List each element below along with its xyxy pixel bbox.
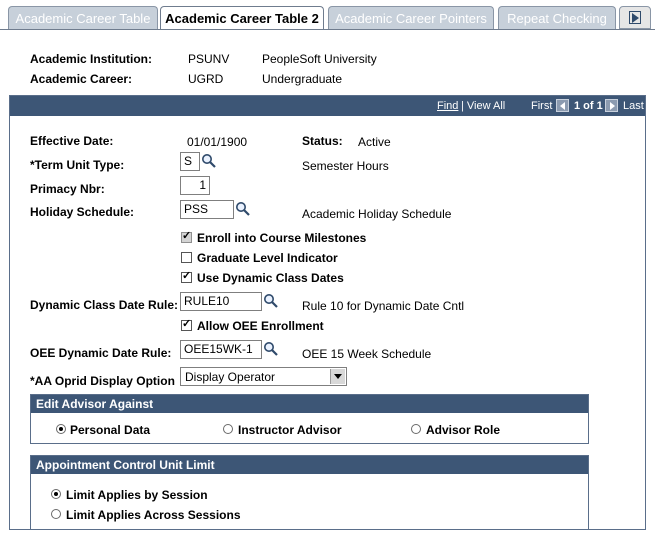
holiday-label: Holiday Schedule: [30,205,135,219]
radio-instructor-advisor[interactable] [223,424,233,434]
graduate-level-checkbox[interactable] [181,252,192,263]
radio-selected-dot [54,492,58,496]
tab-underline [0,29,655,30]
tab-strip: Academic Career Table Academic Career Ta… [0,6,655,30]
oee-rule-input[interactable]: OEE15WK-1 [180,340,262,359]
tab-academic-career-pointers[interactable]: Academic Career Pointers [328,6,494,29]
chevron-down-icon[interactable] [330,369,345,384]
checkmark-icon: ✓ [182,270,192,282]
term-unit-label: *Term Unit Type: [30,158,125,172]
holiday-description: Academic Holiday Schedule [302,207,452,221]
magnifier-icon[interactable] [201,153,217,169]
enroll-milestones-checkbox[interactable]: ✓ [181,230,192,243]
holiday-input[interactable]: PSS [180,200,234,219]
last-button[interactable] [605,99,618,112]
oee-rule-label: OEE Dynamic Date Rule: [30,346,172,360]
tab-label: Academic Career Pointers [335,11,487,26]
last-label: Last [623,100,644,112]
next-tab-triangle [632,13,639,23]
next-tab-button[interactable] [619,6,651,29]
appointment-title: Appointment Control Unit Limit [31,456,588,474]
career-name: Undergraduate [262,72,343,86]
radio-limit-by-session[interactable] [51,489,61,499]
primacy-label: Primacy Nbr: [30,182,105,196]
status-label: Status: [302,134,343,148]
tab-academic-career-table[interactable]: Academic Career Table [8,6,158,29]
aa-display-select[interactable]: Display Operator [180,367,347,386]
effective-date-label: Effective Date: [30,134,114,148]
dynamic-rule-input[interactable]: RULE10 [180,292,262,311]
allow-oee-label: Allow OEE Enrollment [197,319,324,333]
radio-instructor-advisor-label: Instructor Advisor [238,423,342,437]
radio-personal-data[interactable] [56,424,66,434]
edit-advisor-title: Edit Advisor Against [31,395,588,413]
checkmark-icon: ✓ [182,318,192,330]
tab-repeat-checking[interactable]: Repeat Checking [498,6,616,29]
magnifier-icon[interactable] [263,341,279,357]
effective-date-value: 01/01/1900 [187,135,248,149]
radio-limit-by-session-label: Limit Applies by Session [66,488,208,502]
radio-advisor-role-label: Advisor Role [426,423,501,437]
career-label: Academic Career: [30,72,133,86]
primacy-input[interactable]: 1 [180,176,210,195]
allow-oee-checkbox[interactable]: ✓ [181,318,192,331]
right-arrow-icon [610,102,615,110]
institution-label: Academic Institution: [30,52,153,66]
career-code: UGRD [188,72,224,86]
dynamic-rule-label: Dynamic Class Date Rule: [30,298,179,312]
magnifier-icon[interactable] [263,293,279,309]
row-position: 1 of 1 [574,100,603,112]
radio-personal-data-label: Personal Data [70,423,151,437]
tab-academic-career-table-2[interactable]: Academic Career Table 2 [160,6,324,30]
dynamic-rule-description: Rule 10 for Dynamic Date Cntl [302,299,465,313]
aa-display-label: *AA Oprid Display Option [30,374,175,388]
institution-code: PSUNV [188,52,230,66]
tab-label: Repeat Checking [507,11,607,26]
tab-label: Academic Career Table 2 [165,11,319,26]
status-value: Active [358,135,391,149]
magnifier-icon[interactable] [235,201,251,217]
radio-advisor-role[interactable] [411,424,421,434]
term-unit-input[interactable]: S [180,152,200,171]
checkmark-icon: ✓ [182,230,192,242]
enroll-milestones-label: Enroll into Course Milestones [197,231,367,245]
first-button[interactable] [556,99,569,112]
view-all-link[interactable]: | View All [461,100,505,112]
find-link[interactable]: Find [437,100,458,112]
term-unit-description: Semester Hours [302,159,389,173]
first-label: First [531,100,553,112]
oee-rule-description: OEE 15 Week Schedule [302,347,432,361]
dynamic-class-dates-label: Use Dynamic Class Dates [197,271,344,285]
radio-limit-across-sessions[interactable] [51,509,61,519]
institution-name: PeopleSoft University [262,52,377,66]
left-arrow-icon [560,102,565,110]
radio-selected-dot [59,427,63,431]
dynamic-class-dates-checkbox[interactable]: ✓ [181,270,192,283]
graduate-level-label: Graduate Level Indicator [197,251,338,265]
radio-limit-across-sessions-label: Limit Applies Across Sessions [66,508,241,522]
aa-display-value: Display Operator [185,370,276,384]
tab-label: Academic Career Table [15,11,151,26]
